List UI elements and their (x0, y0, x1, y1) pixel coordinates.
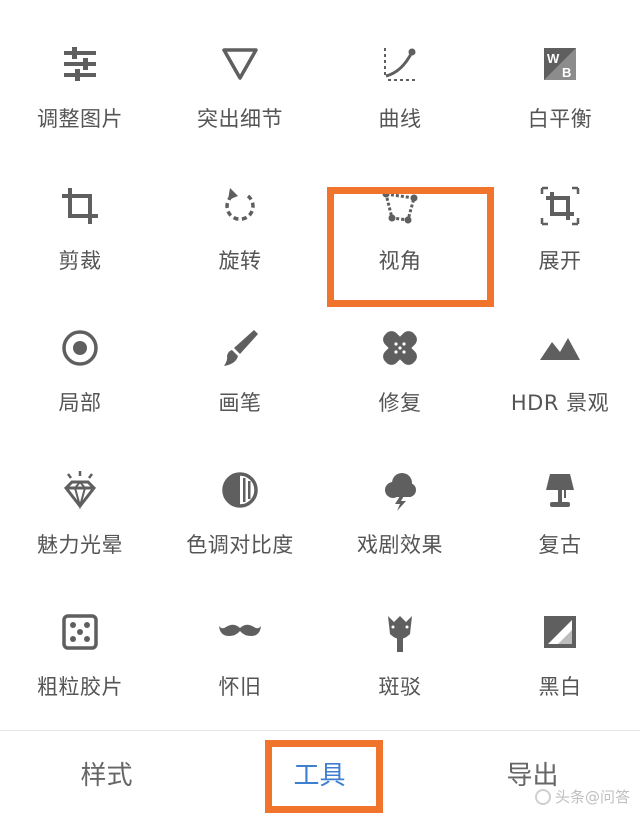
tool-hdr[interactable]: HDR 景观 (480, 284, 640, 424)
storm-cloud-icon (378, 468, 422, 512)
tool-drama[interactable]: 戏剧效果 (320, 426, 480, 566)
brush-icon (218, 326, 262, 370)
tool-label: 色调对比度 (186, 533, 294, 557)
perspective-highlight-box (327, 187, 494, 307)
tool-retrolux[interactable]: 怀旧 (160, 568, 320, 708)
crop-icon (58, 184, 102, 228)
mountains-icon (538, 326, 582, 370)
watermark: 头条@问答 (534, 786, 630, 807)
tool-label: 局部 (58, 391, 102, 415)
tool-label: 粗粒胶片 (37, 675, 123, 699)
tool-black-white[interactable]: 黑白 (480, 568, 640, 708)
tool-label: HDR 景观 (510, 391, 610, 415)
tool-white-balance[interactable]: W B 白平衡 (480, 0, 640, 140)
svg-text:W: W (547, 51, 560, 66)
tool-label: 修复 (378, 391, 422, 415)
glamour-diamond-icon (58, 468, 102, 512)
dice-grain-icon (58, 610, 102, 654)
lamp-icon (538, 468, 582, 512)
tool-vintage[interactable]: 复古 (480, 426, 640, 566)
watermark-logo-icon (534, 788, 551, 805)
tool-adjust-image[interactable]: 调整图片 (0, 0, 160, 140)
tool-glamour[interactable]: 魅力光晕 (0, 426, 160, 566)
tool-label: 戏剧效果 (357, 533, 443, 557)
tool-label: 调整图片 (37, 107, 123, 131)
healing-bandage-icon (378, 326, 422, 370)
tool-crop[interactable]: 剪裁 (0, 142, 160, 282)
rotate-icon (218, 184, 262, 228)
tool-tonal-contrast[interactable]: 色调对比度 (160, 426, 320, 566)
tool-details[interactable]: 突出细节 (160, 0, 320, 140)
tool-label: 曲线 (378, 107, 422, 131)
curves-icon (378, 42, 422, 86)
tool-label: 斑驳 (378, 675, 422, 699)
tool-grainy-film[interactable]: 粗粒胶片 (0, 568, 160, 708)
guitar-grunge-icon (378, 610, 422, 654)
mustache-icon (218, 610, 262, 654)
expand-icon (538, 184, 582, 228)
tools-tab-highlight-box (265, 740, 383, 813)
tool-curves[interactable]: 曲线 (320, 0, 480, 140)
tool-label: 白平衡 (527, 107, 593, 131)
tool-expand[interactable]: 展开 (480, 142, 640, 282)
tool-rotate[interactable]: 旋转 (160, 142, 320, 282)
watermark-text: 头条@问答 (554, 788, 630, 806)
tool-brush[interactable]: 画笔 (160, 284, 320, 424)
sliders-icon (58, 42, 102, 86)
white-balance-icon: W B (538, 42, 582, 86)
tool-label: 怀旧 (218, 675, 262, 699)
tool-label: 剪裁 (58, 249, 102, 273)
tool-label: 复古 (538, 533, 582, 557)
tab-styles[interactable]: 样式 (0, 731, 213, 816)
black-white-icon (538, 610, 582, 654)
tool-label: 旋转 (218, 249, 262, 273)
tool-label: 黑白 (538, 675, 582, 699)
tool-label: 展开 (538, 249, 582, 273)
selective-target-icon (58, 326, 102, 370)
tonal-contrast-icon (218, 468, 262, 512)
tool-label: 魅力光晕 (37, 533, 123, 557)
tool-grunge[interactable]: 斑驳 (320, 568, 480, 708)
tools-grid: 调整图片 突出细节 曲线 W B 白平衡 剪裁 旋转 视角 展开 局部 画笔 修… (0, 0, 640, 730)
tool-selective[interactable]: 局部 (0, 284, 160, 424)
tool-label: 突出细节 (197, 107, 283, 131)
svg-text:B: B (562, 65, 571, 80)
tool-label: 画笔 (218, 391, 262, 415)
triangle-details-icon (218, 42, 262, 86)
